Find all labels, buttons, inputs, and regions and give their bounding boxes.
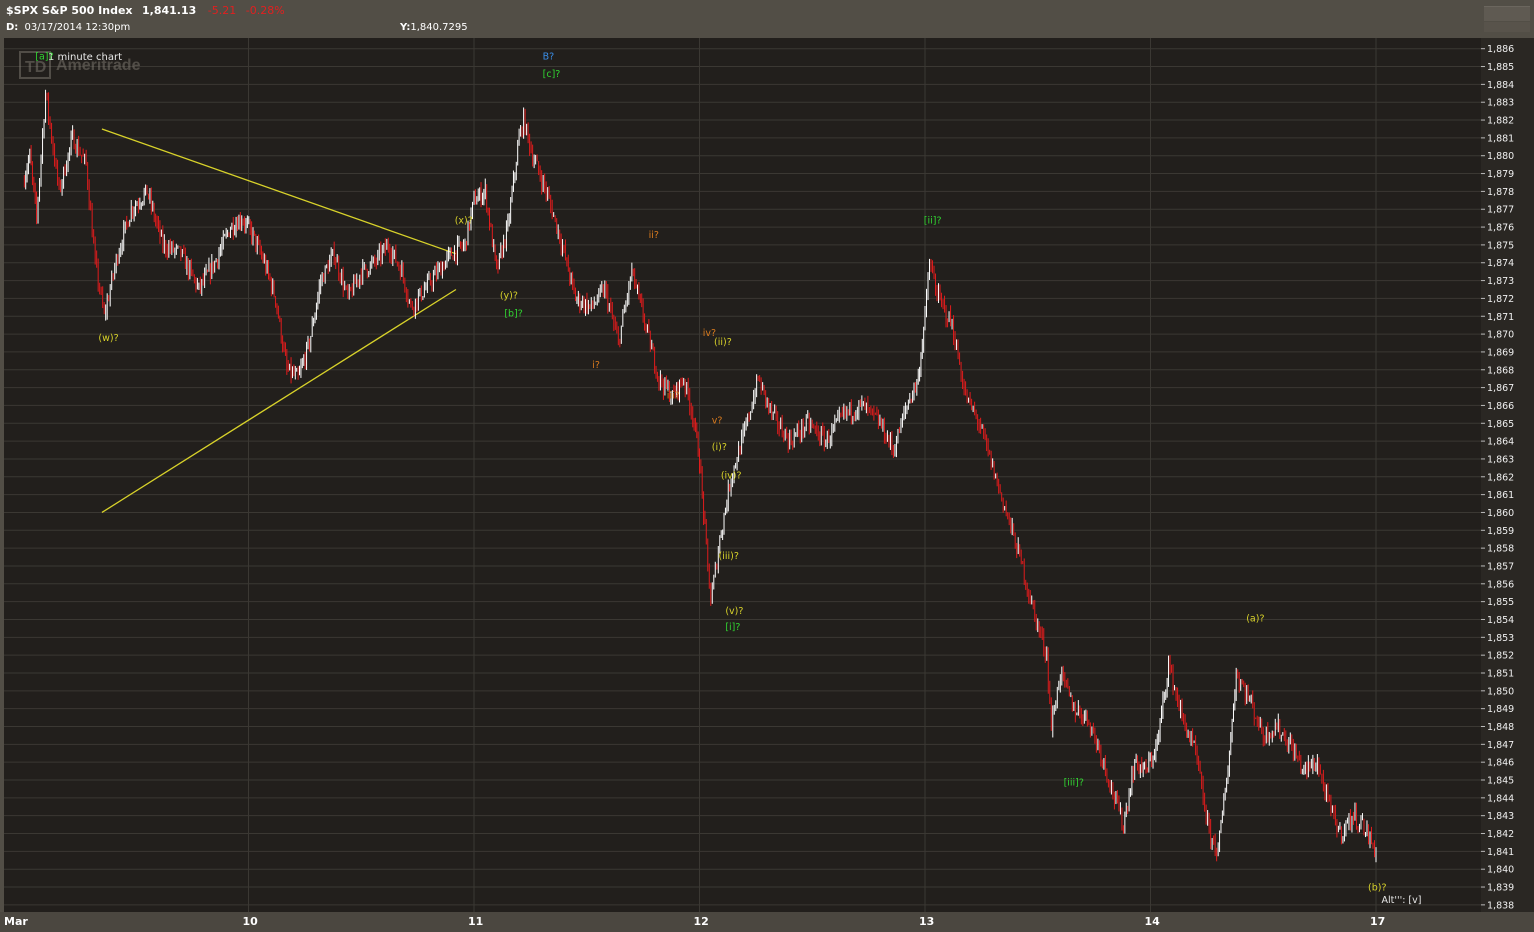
y-tick-label: 1,884 — [1487, 80, 1514, 91]
y-tick-label: 1,886 — [1487, 44, 1514, 55]
x-tick-label: 14 — [1145, 915, 1161, 928]
x-tick-label: 13 — [919, 915, 934, 928]
y-tick-label: 1,838 — [1487, 900, 1514, 911]
y-tick-label: 1,883 — [1487, 98, 1514, 109]
y-tick-label: 1,843 — [1487, 811, 1514, 822]
y-tick-label: 1,866 — [1487, 401, 1514, 412]
y-tick-label: 1,847 — [1487, 740, 1514, 751]
wave-label: v? — [712, 415, 723, 426]
wave-label: (i)? — [712, 442, 727, 453]
wave-label: (w)? — [98, 333, 118, 344]
y-tick-label: 1,839 — [1487, 883, 1514, 894]
y-tick-label: 1,872 — [1487, 294, 1514, 305]
wave-label: Alt''': [v] — [1382, 895, 1422, 906]
x-axis-panel — [0, 912, 1534, 932]
y-tick-label: 1,840 — [1487, 865, 1514, 876]
y-tick-label: 1,871 — [1487, 312, 1514, 323]
wave-label: (iv)? — [721, 471, 742, 482]
y-tick-label: 1,841 — [1487, 847, 1514, 858]
y-tick-label: 1,879 — [1487, 169, 1514, 180]
wave-label: (y)? — [500, 290, 518, 301]
y-tick-label: 1,870 — [1487, 330, 1514, 341]
wave-label: [i]? — [725, 622, 740, 633]
plot-background — [4, 38, 1481, 912]
wave-label: [c]? — [543, 69, 561, 80]
x-tick-label: Mar — [4, 915, 28, 928]
wave-label: [iii]? — [1064, 777, 1084, 788]
y-tick-label: 1,854 — [1487, 615, 1514, 626]
y-tick-label: 1,858 — [1487, 544, 1514, 555]
y-tick-label: 1,855 — [1487, 597, 1514, 608]
wave-label: [a]? — [35, 51, 53, 62]
y-tick-label: 1,846 — [1487, 758, 1514, 769]
y-tick-label: 1,868 — [1487, 365, 1514, 376]
x-tick-label: 11 — [468, 915, 483, 928]
wave-label: B? — [543, 51, 555, 62]
y-tick-label: 1,856 — [1487, 579, 1514, 590]
wave-label: [ii]? — [924, 216, 942, 227]
wave-label: (v)? — [725, 606, 743, 617]
y-tick-label: 1,865 — [1487, 419, 1514, 430]
wave-label: (ii)? — [714, 337, 732, 348]
y-tick-label: 1,853 — [1487, 633, 1514, 644]
chart-title: 1 minute chart — [48, 52, 122, 63]
y-tick-label: 1,885 — [1487, 62, 1514, 73]
y-tick-label: 1,874 — [1487, 258, 1514, 269]
y-tick-label: 1,862 — [1487, 472, 1514, 483]
y-tick-label: 1,844 — [1487, 793, 1514, 804]
x-tick-label: 17 — [1370, 915, 1385, 928]
wave-label: (a)? — [1246, 613, 1264, 624]
x-tick-label: 10 — [243, 915, 259, 928]
y-tick-label: 1,863 — [1487, 454, 1514, 465]
y-tick-label: 1,857 — [1487, 561, 1514, 572]
wave-label: (iii)? — [719, 551, 739, 562]
wave-label: (b)? — [1368, 883, 1387, 894]
y-tick-label: 1,882 — [1487, 116, 1514, 127]
y-tick-label: 1,848 — [1487, 722, 1514, 733]
y-tick-label: 1,850 — [1487, 686, 1514, 697]
y-tick-label: 1,845 — [1487, 776, 1514, 787]
y-tick-label: 1,849 — [1487, 704, 1514, 715]
y-tick-label: 1,873 — [1487, 276, 1514, 287]
y-tick-label: 1,876 — [1487, 223, 1514, 234]
wave-label: ii? — [649, 230, 659, 241]
y-tick-label: 1,861 — [1487, 490, 1514, 501]
y-tick-label: 1,851 — [1487, 668, 1514, 679]
y-tick-label: 1,877 — [1487, 205, 1514, 216]
wave-label: (x)? — [455, 216, 473, 227]
y-tick-label: 1,864 — [1487, 437, 1514, 448]
y-tick-label: 1,859 — [1487, 526, 1514, 537]
y-tick-label: 1,860 — [1487, 508, 1514, 519]
y-tick-label: 1,869 — [1487, 347, 1514, 358]
y-tick-label: 1,867 — [1487, 383, 1514, 394]
price-chart[interactable]: 1,886 1,885 1,884 1,883 1,882 1,881 1,880 1,879… — [0, 0, 1534, 932]
y-tick-label: 1,875 — [1487, 240, 1514, 251]
wave-label: iii? — [667, 390, 680, 401]
wave-label: i? — [592, 360, 600, 371]
wave-label: [b]? — [504, 308, 522, 319]
x-tick-label: 12 — [694, 915, 709, 928]
y-tick-label: 1,880 — [1487, 151, 1514, 162]
y-tick-label: 1,881 — [1487, 133, 1514, 144]
y-tick-label: 1,852 — [1487, 651, 1514, 662]
y-tick-label: 1,878 — [1487, 187, 1514, 198]
y-tick-label: 1,842 — [1487, 829, 1514, 840]
